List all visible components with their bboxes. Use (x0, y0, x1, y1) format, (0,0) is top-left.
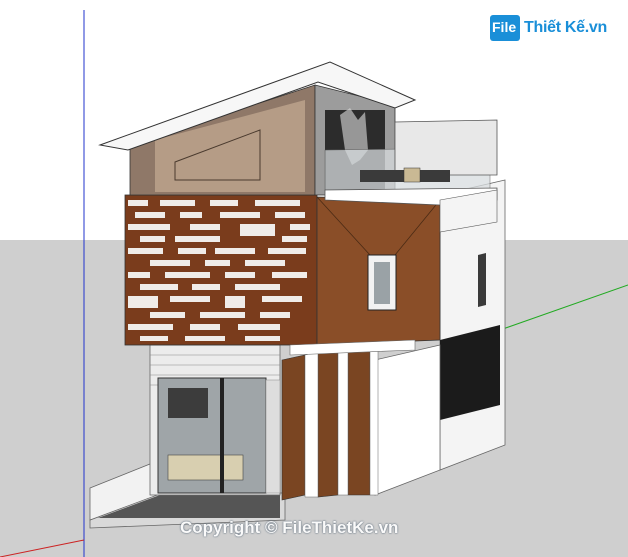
copyright-watermark: Copyright © FileThietKe.vn (180, 518, 399, 537)
side-stone-panel (265, 379, 281, 494)
right-side-dark-opening (440, 325, 500, 420)
fin-white-3 (369, 342, 379, 496)
sketchup-viewport[interactable]: File Thiết Kế.vn Copyright © FileThietKe… (0, 0, 628, 557)
wood-fin-1 (281, 354, 306, 501)
terrace-box (394, 119, 498, 176)
interior-sofa (167, 454, 244, 481)
wood-fin-2 (317, 347, 339, 498)
logo-mark-text: File (492, 19, 517, 35)
logo-mark: File (490, 15, 520, 41)
small-window-glass (374, 262, 390, 304)
filethietke-logo: File Thiết Kế.vn (490, 14, 607, 42)
lower-right-wall (374, 344, 441, 496)
terrace-pot (403, 167, 421, 183)
interior-wall-art (168, 388, 208, 418)
house-model-scene[interactable] (0, 0, 628, 557)
fin-white-2 (337, 347, 349, 496)
right-side-window-slit (478, 253, 486, 307)
logo-name: Thiết Kế.vn (524, 19, 607, 36)
wood-fin-3 (347, 344, 371, 496)
door-frame-left (220, 378, 224, 493)
fin-white-1 (304, 351, 319, 498)
